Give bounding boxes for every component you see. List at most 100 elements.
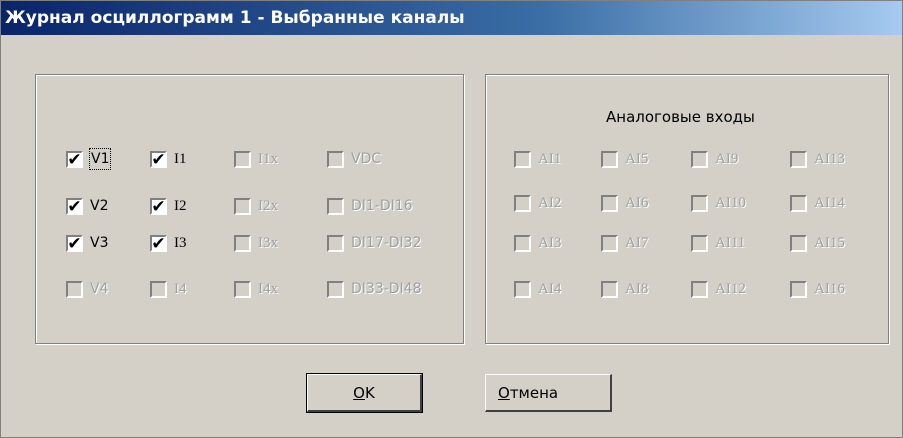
channel-checkbox-ai16: AI16 <box>790 278 845 300</box>
channel-label: AI14 <box>814 195 845 211</box>
checkbox-box <box>691 280 708 298</box>
channel-checkbox-ai3: AI3 <box>514 232 561 254</box>
channel-label: AI11 <box>715 235 746 251</box>
channel-checkbox-i1x: I1x <box>234 148 278 170</box>
channel-checkbox-ai5: AI5 <box>601 148 648 170</box>
channel-checkbox-di17-di32: DI17-DI32 <box>327 232 422 254</box>
title-bar[interactable]: Журнал осциллограмм 1 - Выбранные каналы <box>1 1 902 35</box>
channel-checkbox-v4: V4 <box>66 278 108 300</box>
checkmark-icon: ✔ <box>67 233 82 254</box>
channel-checkbox-ai9: AI9 <box>691 148 738 170</box>
channel-checkbox-i4x: I4x <box>234 278 278 300</box>
channel-checkbox-vdc: VDC <box>327 148 381 170</box>
ok-button[interactable]: OK <box>306 373 423 413</box>
checkmark-icon: ✔ <box>151 233 166 254</box>
channel-checkbox-i2x: I2x <box>234 195 278 217</box>
channel-label: AI5 <box>625 151 649 167</box>
channel-checkbox-di33-di48: DI33-DI48 <box>327 278 422 300</box>
channel-checkbox-v1[interactable]: ✔ V1 <box>66 148 112 170</box>
channel-label: V3 <box>90 235 109 251</box>
channel-checkbox-di1-di16: DI1-DI16 <box>327 195 413 217</box>
channel-checkbox-ai13: AI13 <box>790 148 845 170</box>
checkbox-box[interactable]: ✔ <box>150 233 167 254</box>
channel-label: AI15 <box>814 235 845 251</box>
checkbox-box <box>601 194 618 212</box>
checkbox-box <box>514 280 531 298</box>
channel-label: I3x <box>258 235 278 251</box>
channel-label: AI2 <box>538 195 562 211</box>
checkbox-box <box>691 150 708 168</box>
checkbox-box <box>234 150 251 168</box>
channel-label: DI33-DI48 <box>351 281 422 297</box>
channel-label: DI17-DI32 <box>351 235 422 251</box>
channel-checkbox-i3x: I3x <box>234 232 278 254</box>
channel-checkbox-i1[interactable]: ✔ I1 <box>150 148 187 170</box>
checkbox-box <box>327 280 344 298</box>
channel-label: I3 <box>174 235 187 251</box>
channel-checkbox-i4: I4 <box>150 278 187 300</box>
checkbox-box <box>790 194 807 212</box>
channel-label: AI8 <box>625 281 649 297</box>
checkbox-box <box>66 280 83 298</box>
checkbox-box <box>691 194 708 212</box>
checkbox-box <box>601 150 618 168</box>
checkbox-box <box>601 280 618 298</box>
checkbox-box[interactable]: ✔ <box>66 233 83 254</box>
channels-group: ✔ V1 ✔ I1 I1x VDC ✔ V2 ✔ I2 I2x DI1-DI16 ✔ V3 ✔ I3 I3x DI… <box>35 74 464 344</box>
channel-checkbox-ai12: AI12 <box>691 278 746 300</box>
channel-label: V1 <box>88 148 112 170</box>
channel-label: I1 <box>174 151 187 167</box>
channel-label: AI12 <box>715 281 746 297</box>
channel-label: AI10 <box>715 195 746 211</box>
channel-label: AI16 <box>814 281 845 297</box>
channel-checkbox-ai1: AI1 <box>514 148 561 170</box>
checkbox-box[interactable]: ✔ <box>66 149 83 170</box>
channel-label: I2 <box>174 198 187 214</box>
ok-rest: K <box>364 383 375 402</box>
channel-checkbox-i2[interactable]: ✔ I2 <box>150 195 187 217</box>
channel-checkbox-v2[interactable]: ✔ V2 <box>66 195 108 217</box>
channel-label: DI1-DI16 <box>351 198 413 214</box>
channel-checkbox-ai10: AI10 <box>691 192 746 214</box>
checkbox-box[interactable]: ✔ <box>150 197 167 217</box>
channel-checkbox-ai14: AI14 <box>790 192 845 214</box>
channel-checkbox-v3[interactable]: ✔ V3 <box>66 232 108 254</box>
channel-checkbox-ai11: AI11 <box>691 232 745 254</box>
channel-label: V4 <box>90 281 109 297</box>
checkbox-box[interactable]: ✔ <box>66 196 83 217</box>
checkbox-box <box>234 280 251 298</box>
channel-label: AI6 <box>625 195 649 211</box>
checkmark-icon: ✔ <box>151 149 166 170</box>
checkbox-box <box>514 150 531 168</box>
window-title: Журнал осциллограмм 1 - Выбранные каналы <box>5 8 465 28</box>
channel-checkbox-ai15: AI15 <box>790 232 845 254</box>
checkbox-box <box>327 150 344 168</box>
checkbox-box <box>790 150 807 168</box>
channel-label: VDC <box>351 151 382 167</box>
channel-label: AI7 <box>625 235 649 251</box>
channel-label: I4x <box>258 281 278 297</box>
checkbox-box <box>327 197 344 215</box>
checkbox-box <box>601 234 618 252</box>
channel-checkbox-ai8: AI8 <box>601 278 648 300</box>
ok-accel: O <box>353 383 365 402</box>
channel-checkbox-ai2: AI2 <box>514 192 561 214</box>
checkmark-icon: ✔ <box>67 196 82 217</box>
checkbox-box <box>691 234 708 252</box>
cancel-button[interactable]: Отмена <box>485 374 612 412</box>
channel-label: I4 <box>174 281 187 297</box>
checkbox-box <box>790 280 807 298</box>
checkbox-box <box>790 234 807 252</box>
channel-label: AI9 <box>715 151 739 167</box>
channel-label: I1x <box>258 151 278 167</box>
checkbox-box <box>514 234 531 252</box>
checkbox-box[interactable]: ✔ <box>150 149 167 170</box>
checkbox-box <box>327 234 344 252</box>
checkbox-box <box>514 194 531 212</box>
channel-label: I2x <box>258 198 278 214</box>
analog-inputs-title: Аналоговые входы <box>606 108 755 126</box>
checkmark-icon: ✔ <box>67 149 82 170</box>
channel-checkbox-ai4: AI4 <box>514 278 561 300</box>
channel-checkbox-i3[interactable]: ✔ I3 <box>150 232 187 254</box>
channel-label: AI13 <box>814 151 845 167</box>
